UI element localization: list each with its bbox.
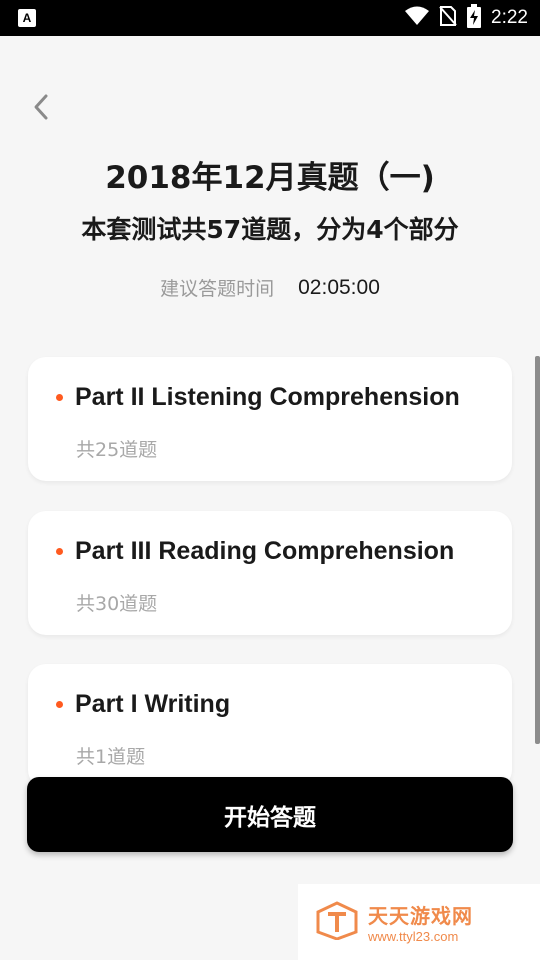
part-card-writing[interactable]: Part I Writing 共1道题 [28, 664, 512, 788]
part-title: Part II Listening Comprehension [75, 383, 460, 411]
part-title-row: Part I Writing [56, 690, 230, 719]
watermark: 天天游戏网 www.ttyl23.com [298, 884, 540, 960]
chevron-left-icon [32, 93, 50, 125]
no-sim-icon [439, 5, 457, 31]
suggested-time-label: 建议答题时间 [160, 278, 275, 300]
scrollbar[interactable] [535, 356, 540, 744]
status-time: 2:22 [491, 7, 528, 28]
battery-charging-icon [467, 4, 482, 32]
part-card-listening[interactable]: Part II Listening Comprehension 共25道题 [28, 357, 512, 481]
part-question-count: 共1道题 [76, 746, 146, 768]
part-question-count: 共25道题 [76, 439, 158, 461]
watermark-logo-icon [314, 900, 360, 944]
part-card-reading[interactable]: Part III Reading Comprehension 共30道题 [28, 511, 512, 635]
watermark-url: www.ttyl23.com [368, 929, 459, 944]
page-subtitle: 本套测试共57道题，分为4个部分 [81, 215, 459, 244]
bullet-dot-icon [56, 548, 63, 555]
bullet-dot-icon [56, 701, 63, 708]
part-title-row: Part III Reading Comprehension [56, 537, 454, 566]
status-left: A [18, 9, 36, 27]
bullet-dot-icon [56, 394, 63, 401]
part-title: Part I Writing [75, 690, 231, 718]
wifi-icon [405, 6, 430, 30]
part-title-row: Part II Listening Comprehension [56, 383, 460, 412]
page-title: 2018年12月真题（一) [105, 160, 435, 196]
status-bar: A 2:22 [0, 0, 540, 36]
part-question-count: 共30道题 [76, 593, 158, 615]
suggested-time-row: 建议答题时间 02:05:00 [0, 274, 540, 301]
part-title: Part III Reading Comprehension [75, 537, 455, 565]
watermark-name: 天天游戏网 [368, 904, 473, 928]
back-button[interactable] [26, 92, 56, 126]
start-answering-button[interactable]: 开始答题 [27, 777, 513, 852]
notification-app-icon: A [18, 9, 36, 27]
status-right: 2:22 [405, 4, 528, 32]
suggested-time-value: 02:05:00 [298, 275, 380, 299]
watermark-text: 天天游戏网 www.ttyl23.com [368, 900, 473, 944]
